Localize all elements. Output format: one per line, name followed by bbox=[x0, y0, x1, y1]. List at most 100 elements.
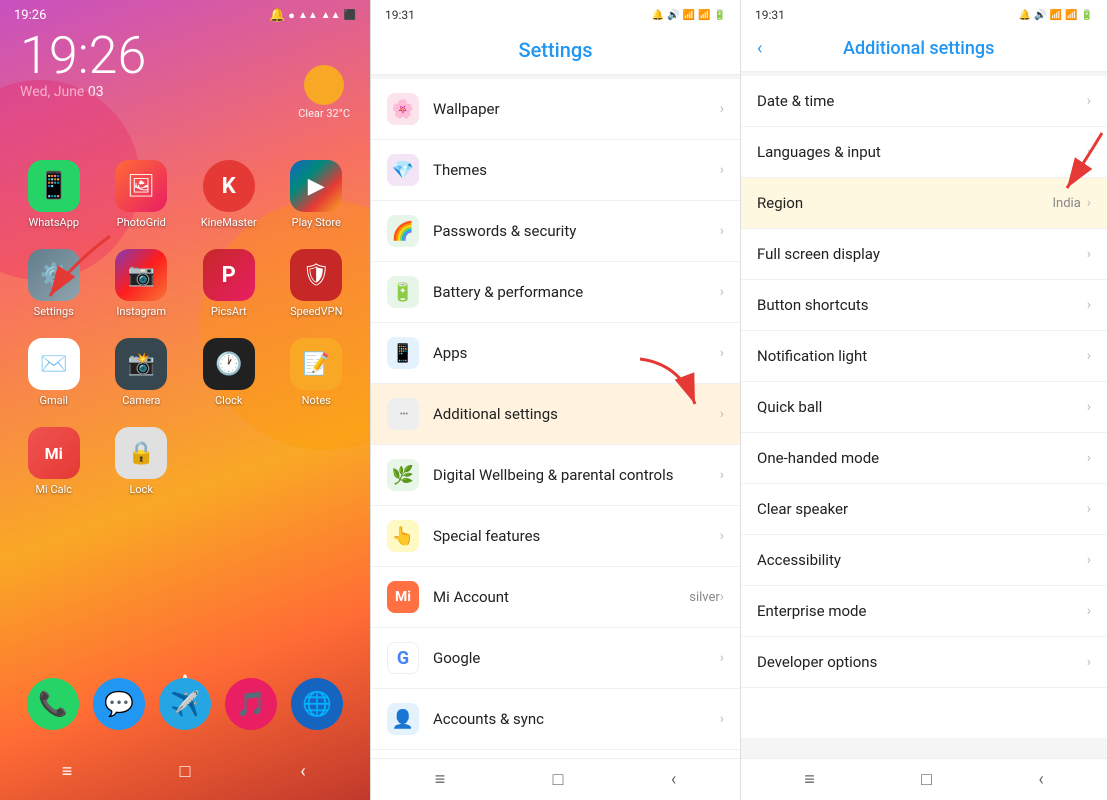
app-calculator[interactable]: Mi Mi Calc bbox=[15, 427, 93, 496]
additional-item-clearspeaker[interactable]: Clear speaker › bbox=[741, 484, 1107, 535]
settings-nav-back[interactable]: ‹ bbox=[671, 769, 676, 790]
languages-chevron: › bbox=[1087, 144, 1091, 160]
settings-item-mi-account[interactable]: Mi Mi Account silver › bbox=[371, 567, 740, 628]
additional-chevron: › bbox=[720, 406, 724, 422]
additional-item-button[interactable]: Button shortcuts › bbox=[741, 280, 1107, 331]
lock-label: Lock bbox=[129, 483, 153, 496]
button-shortcuts-chevron: › bbox=[1087, 297, 1091, 313]
dock-messages[interactable]: 💬 bbox=[93, 678, 145, 730]
app-photogrid[interactable]: 🖼 PhotoGrid bbox=[103, 160, 181, 229]
app-kinemaster[interactable]: K KineMaster bbox=[190, 160, 268, 229]
settings-nav-home[interactable]: □ bbox=[553, 769, 564, 790]
additional-item-languages[interactable]: Languages & input › bbox=[741, 127, 1107, 178]
nav-home[interactable]: □ bbox=[170, 761, 200, 782]
dock-telegram[interactable]: ✈️ bbox=[159, 678, 211, 730]
fullscreen-chevron: › bbox=[1087, 246, 1091, 262]
home-screen: 19:26 🔔 ● ▲▲ ▲▲ ⬛ 19:26 Wed, June 03 Cle… bbox=[0, 0, 370, 800]
datetime-label: Date & time bbox=[757, 92, 1087, 110]
additional-item-onehanded[interactable]: One-handed mode › bbox=[741, 433, 1107, 484]
notes-icon: 📝 bbox=[290, 338, 342, 390]
playstore-label: Play Store bbox=[292, 216, 341, 229]
additional-item-quickball[interactable]: Quick ball › bbox=[741, 382, 1107, 433]
languages-label: Languages & input bbox=[757, 143, 1087, 161]
calculator-label: Mi Calc bbox=[35, 483, 72, 496]
additional-back-button[interactable]: ‹ bbox=[757, 38, 762, 59]
settings-item-passwords[interactable]: 🌈 Passwords & security › bbox=[371, 201, 740, 262]
dock-phone[interactable]: 📞 bbox=[27, 678, 79, 730]
additional-item-datetime[interactable]: Date & time › bbox=[741, 76, 1107, 127]
settings-item-google[interactable]: G Google › bbox=[371, 628, 740, 689]
settings-item-apps[interactable]: 📱 Apps › bbox=[371, 323, 740, 384]
additional-item-developer[interactable]: Developer options › bbox=[741, 637, 1107, 688]
app-gmail[interactable]: ✉️ Gmail bbox=[15, 338, 93, 407]
additional-nav-home[interactable]: □ bbox=[921, 769, 932, 790]
additional-item-enterprise[interactable]: Enterprise mode › bbox=[741, 586, 1107, 637]
settings-item-battery[interactable]: 🔋 Battery & performance › bbox=[371, 262, 740, 323]
settings-time: 19:31 bbox=[385, 8, 415, 22]
accessibility-chevron: › bbox=[1087, 552, 1091, 568]
kinemaster-label: KineMaster bbox=[201, 216, 257, 229]
apps-chevron: › bbox=[720, 345, 724, 361]
app-notes[interactable]: 📝 Notes bbox=[278, 338, 356, 407]
notification-light-chevron: › bbox=[1087, 348, 1091, 364]
additional-nav-menu[interactable]: ≡ bbox=[804, 769, 815, 790]
accessibility-label: Accessibility bbox=[757, 551, 1087, 569]
settings-nav-bar: ≡ □ ‹ bbox=[371, 758, 740, 800]
settings-label: Settings bbox=[34, 305, 74, 318]
one-handed-mode-label: One-handed mode bbox=[757, 449, 1087, 467]
passwords-label: Passwords & security bbox=[433, 222, 720, 240]
settings-item-digital[interactable]: 🌿 Digital Wellbeing & parental controls … bbox=[371, 445, 740, 506]
additional-nav-back[interactable]: ‹ bbox=[1038, 769, 1043, 790]
clear-speaker-label: Clear speaker bbox=[757, 500, 1087, 518]
special-features-label: Special features bbox=[433, 527, 720, 545]
app-instagram[interactable]: 📷 Instagram bbox=[103, 249, 181, 318]
settings-item-additional[interactable]: ··· Additional settings › bbox=[371, 384, 740, 445]
app-picsart[interactable]: P PicsArt bbox=[190, 249, 268, 318]
region-chevron: › bbox=[1087, 195, 1091, 211]
gmail-label: Gmail bbox=[40, 394, 68, 407]
settings-nav-menu[interactable]: ≡ bbox=[435, 769, 446, 790]
home-status-icons: 🔔 ● ▲▲ ▲▲ ⬛ bbox=[269, 8, 356, 23]
app-camera[interactable]: 📸 Camera bbox=[103, 338, 181, 407]
additional-item-accessibility[interactable]: Accessibility › bbox=[741, 535, 1107, 586]
settings-item-wallpaper[interactable]: 🌸 Wallpaper › bbox=[371, 79, 740, 140]
app-grid-row2: ⚙️ Settings 📷 Instagram P PicsArt 🛡 Spee… bbox=[0, 239, 370, 328]
additional-item-notification[interactable]: Notification light › bbox=[741, 331, 1107, 382]
additional-title: Additional settings bbox=[770, 38, 1067, 59]
special-features-chevron: › bbox=[720, 528, 724, 544]
app-playstore[interactable]: ▶ Play Store bbox=[278, 160, 356, 229]
google-chevron: › bbox=[720, 650, 724, 666]
dock-browser[interactable]: 🌐 bbox=[291, 678, 343, 730]
developer-options-chevron: › bbox=[1087, 654, 1091, 670]
clock-label: Clock bbox=[215, 394, 242, 407]
home-time-status: 19:26 bbox=[14, 8, 46, 23]
settings-item-special[interactable]: 👆 Special features › bbox=[371, 506, 740, 567]
one-handed-mode-chevron: › bbox=[1087, 450, 1091, 466]
region-value: India bbox=[1053, 196, 1081, 211]
app-speedvpn[interactable]: 🛡 SpeedVPN bbox=[278, 249, 356, 318]
camera-icon: 📸 bbox=[115, 338, 167, 390]
gmail-icon: ✉️ bbox=[28, 338, 80, 390]
settings-item-accounts[interactable]: 👤 Accounts & sync › bbox=[371, 689, 740, 750]
apps-icon: 📱 bbox=[387, 337, 419, 369]
nav-back[interactable]: ‹ bbox=[288, 761, 318, 782]
additional-item-fullscreen[interactable]: Full screen display › bbox=[741, 229, 1107, 280]
settings-title: Settings bbox=[371, 26, 740, 75]
google-icon: G bbox=[387, 642, 419, 674]
app-lock[interactable]: 🔒 Lock bbox=[103, 427, 181, 496]
app-grid-row1: 📱 WhatsApp 🖼 PhotoGrid K KineMaster ▶ Pl… bbox=[0, 150, 370, 239]
dock-music[interactable]: 🎵 bbox=[225, 678, 277, 730]
battery-label: Battery & performance bbox=[433, 283, 720, 301]
app-clock[interactable]: 🕐 Clock bbox=[190, 338, 268, 407]
app-settings[interactable]: ⚙️ Settings bbox=[15, 249, 93, 318]
app-whatsapp[interactable]: 📱 WhatsApp bbox=[15, 160, 93, 229]
additional-item-region[interactable]: Region India › bbox=[741, 178, 1107, 229]
apps-label: Apps bbox=[433, 344, 720, 362]
home-status-bar: 19:26 🔔 ● ▲▲ ▲▲ ⬛ bbox=[0, 0, 370, 27]
enterprise-mode-label: Enterprise mode bbox=[757, 602, 1087, 620]
clear-speaker-chevron: › bbox=[1087, 501, 1091, 517]
mi-account-icon: Mi bbox=[387, 581, 419, 613]
special-features-icon: 👆 bbox=[387, 520, 419, 552]
nav-menu[interactable]: ≡ bbox=[52, 761, 82, 782]
settings-item-themes[interactable]: 💎 Themes › bbox=[371, 140, 740, 201]
